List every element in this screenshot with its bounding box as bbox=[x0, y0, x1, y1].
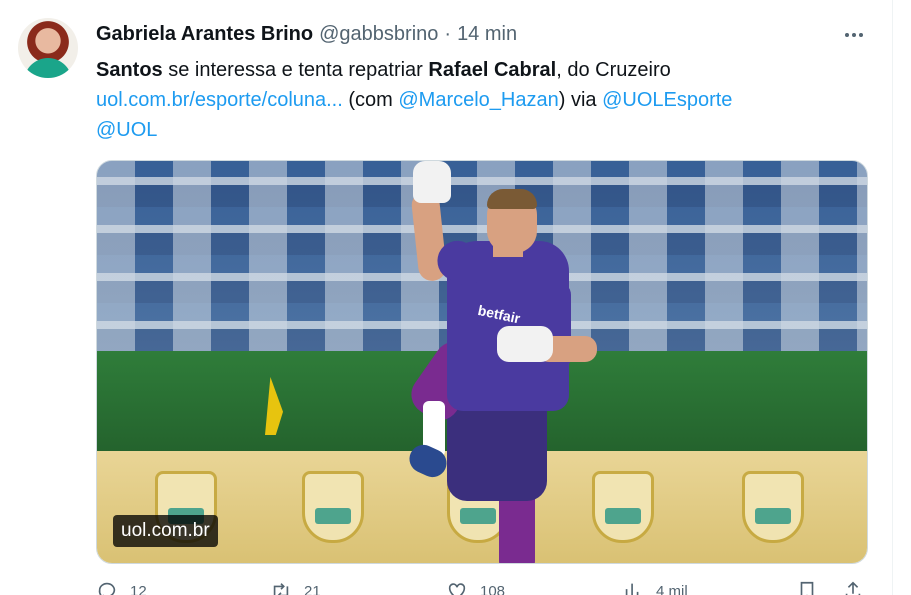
bold-player: Rafael Cabral bbox=[428, 59, 557, 81]
mention-uol[interactable]: @UOL bbox=[96, 119, 157, 141]
crest-icon bbox=[592, 471, 654, 543]
text-part2: , do Cruzeiro bbox=[556, 59, 671, 81]
avatar[interactable] bbox=[18, 18, 78, 78]
separator-dot: · bbox=[444, 22, 452, 45]
action-bar: 12 21 108 4 mil bbox=[96, 580, 868, 595]
share-icon bbox=[845, 581, 861, 595]
reply-button[interactable]: 12 bbox=[96, 580, 147, 595]
author-name[interactable]: Gabriela Arantes Brino bbox=[96, 23, 313, 46]
views-count: 4 mil bbox=[656, 582, 688, 595]
text-part4: ) via bbox=[558, 89, 603, 111]
crest-icon bbox=[302, 471, 364, 543]
views-icon bbox=[625, 583, 639, 595]
bookmark-icon bbox=[800, 581, 814, 595]
tweet[interactable]: Gabriela Arantes Brino @gabbsbrino · 14 … bbox=[0, 0, 893, 595]
views-button[interactable]: 4 mil bbox=[622, 580, 688, 595]
author-handle[interactable]: @gabbsbrino bbox=[319, 23, 438, 46]
tweet-header: Gabriela Arantes Brino @gabbsbrino · 14 … bbox=[96, 21, 517, 47]
text-part1: se interessa e tenta repatriar bbox=[162, 59, 429, 81]
tweet-time[interactable]: 14 min bbox=[457, 23, 517, 46]
share-button[interactable] bbox=[842, 580, 864, 595]
text-part3: (com bbox=[342, 89, 399, 111]
link-card-image[interactable]: betfair uol.com.br bbox=[96, 160, 868, 564]
tweet-text: Santos se interessa e tenta repatriar Ra… bbox=[96, 55, 866, 145]
bookmark-button[interactable] bbox=[796, 580, 818, 595]
repost-button[interactable]: 21 bbox=[270, 580, 321, 595]
mention-uolesporte[interactable]: @UOLEsporte bbox=[602, 89, 732, 111]
link-source-badge: uol.com.br bbox=[113, 515, 218, 547]
reply-count: 12 bbox=[130, 582, 147, 595]
like-count: 108 bbox=[480, 582, 506, 595]
bold-team: Santos bbox=[96, 59, 163, 81]
article-link[interactable]: uol.com.br/esporte/coluna... bbox=[96, 89, 343, 111]
more-icon[interactable] bbox=[836, 20, 872, 50]
mention-marcelo[interactable]: @Marcelo_Hazan bbox=[398, 89, 558, 111]
like-button[interactable]: 108 bbox=[446, 580, 505, 595]
like-icon bbox=[448, 583, 466, 595]
crest-icon bbox=[742, 471, 804, 543]
repost-count: 21 bbox=[304, 582, 321, 595]
repost-icon bbox=[273, 583, 289, 595]
reply-icon bbox=[98, 582, 116, 595]
